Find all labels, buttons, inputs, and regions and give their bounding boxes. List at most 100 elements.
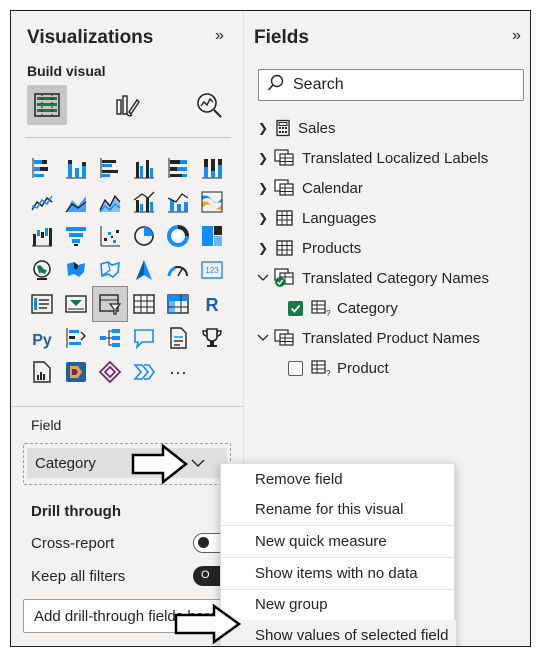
clustered-bar-icon[interactable] [93, 151, 127, 185]
search-input[interactable]: Search [258, 69, 524, 101]
card-icon[interactable]: 123 [195, 253, 229, 287]
search-icon [267, 74, 285, 97]
multi-row-card-icon[interactable] [25, 287, 59, 321]
table-name: Languages [302, 209, 377, 227]
svg-text:?: ? [326, 309, 331, 317]
kpi-icon[interactable] [59, 287, 93, 321]
field-row-category[interactable]: ? Category [288, 295, 398, 321]
collapse-fields-icon[interactable]: » [512, 27, 521, 45]
stacked-column-icon[interactable] [59, 151, 93, 185]
stacked-area-icon[interactable] [93, 185, 127, 219]
matrix-icon[interactable] [161, 287, 195, 321]
qa-icon[interactable] [127, 321, 161, 355]
field-well-label: Field [31, 417, 62, 433]
menu-item-show-items-no-data[interactable]: Show items with no data [221, 558, 456, 588]
map-icon[interactable] [25, 253, 59, 287]
table-row-translated-product-names[interactable]: Translated Product Names [256, 325, 480, 351]
table-row-languages[interactable]: ❯ Languages [256, 205, 376, 231]
table-multi-icon [274, 268, 296, 288]
slicer-icon[interactable] [92, 286, 128, 322]
donut-icon[interactable] [161, 219, 195, 253]
field-name: Category [337, 299, 398, 317]
table-row-translated-localized-labels[interactable]: ❯ Translated Localized Labels [256, 145, 488, 171]
table-multi-icon [274, 329, 296, 347]
100pct-stacked-bar-icon[interactable] [161, 151, 195, 185]
category-checkbox[interactable] [288, 300, 303, 316]
collapse-visualizations-icon[interactable]: » [215, 27, 224, 45]
shape-map-icon[interactable] [93, 253, 127, 287]
100pct-stacked-column-icon[interactable] [195, 151, 229, 185]
visualizations-pane: Visualizations » Build visual 123 R Py ·… [11, 11, 243, 646]
analytics-magnifier-icon[interactable] [189, 85, 229, 125]
treemap-icon[interactable] [195, 219, 229, 253]
paginated-report-icon[interactable] [25, 355, 59, 389]
table-row-calendar[interactable]: ❯ Calendar [256, 175, 363, 201]
format-visual-brush-icon[interactable] [107, 85, 147, 125]
gauge-icon[interactable] [161, 253, 195, 287]
table-icon [274, 239, 296, 257]
chevron-right-icon[interactable]: ❯ [256, 241, 270, 255]
chevron-down-icon[interactable] [256, 271, 270, 285]
svg-text:?: ? [326, 369, 331, 377]
line-clustered-column-icon[interactable] [127, 185, 161, 219]
build-visual-grid-icon[interactable] [27, 85, 67, 125]
python-visual-icon[interactable]: Py [25, 321, 59, 355]
table-row-sales[interactable]: ❯ Sales [256, 115, 336, 141]
more-visuals-icon[interactable] [127, 355, 161, 389]
smart-narrative-icon[interactable] [161, 321, 195, 355]
field-row-product[interactable]: ? Product [288, 355, 389, 381]
chevron-right-icon[interactable]: ❯ [256, 211, 270, 225]
menu-item-rename-for-visual[interactable]: Rename for this visual [221, 494, 456, 524]
chevron-right-icon[interactable]: ❯ [256, 121, 270, 135]
waterfall-icon[interactable] [25, 219, 59, 253]
table-icon[interactable] [127, 287, 161, 321]
field-chevron-down-icon[interactable] [191, 455, 205, 471]
table-name: Sales [298, 119, 336, 137]
chevron-right-icon[interactable]: ❯ [256, 181, 270, 195]
visual-type-gallery: 123 R Py ··· [25, 151, 235, 389]
product-checkbox[interactable] [288, 360, 303, 376]
r-visual-icon[interactable]: R [195, 287, 229, 321]
drill-through-heading: Drill through [31, 503, 121, 520]
field-name: Product [337, 359, 389, 377]
field-pill-label: Category [35, 454, 96, 472]
azure-map-icon[interactable] [127, 253, 161, 287]
table-row-translated-category-names[interactable]: Translated Category Names [256, 265, 489, 291]
table-row-products[interactable]: ❯ Products [256, 235, 361, 261]
pie-icon[interactable] [127, 219, 161, 253]
menu-item-new-group[interactable]: New group [221, 589, 456, 619]
ribbon-chart-icon[interactable] [195, 185, 229, 219]
line-chart-icon[interactable] [25, 185, 59, 219]
stacked-bar-icon[interactable] [25, 151, 59, 185]
hierarchy-field-icon: ? [311, 359, 331, 377]
trophy-icon[interactable] [195, 321, 229, 355]
hierarchy-field-icon: ? [311, 299, 331, 317]
fields-title: Fields [254, 27, 309, 48]
chevron-down-icon[interactable] [256, 331, 270, 345]
menu-item-show-values-selected-field[interactable]: Show values of selected field [221, 620, 456, 646]
svg-text:R: R [206, 295, 219, 315]
area-chart-icon[interactable] [59, 185, 93, 219]
filled-map-icon[interactable] [59, 253, 93, 287]
clustered-column-icon[interactable] [127, 151, 161, 185]
key-influencers-icon[interactable] [59, 321, 93, 355]
table-icon [274, 209, 296, 227]
mode-divider [25, 137, 231, 138]
menu-item-new-quick-measure[interactable]: New quick measure [221, 526, 456, 556]
menu-item-remove-field[interactable]: Remove field [221, 464, 456, 494]
table-multi-icon [274, 179, 296, 197]
funnel-icon[interactable] [59, 219, 93, 253]
svg-text:Py: Py [32, 332, 52, 349]
field-context-menu: Remove field Rename for this visual New … [220, 463, 456, 646]
scatter-icon[interactable] [93, 219, 127, 253]
visualizations-title: Visualizations [27, 27, 154, 48]
line-stacked-column-icon[interactable] [161, 185, 195, 219]
power-apps-icon[interactable] [59, 355, 93, 389]
power-automate-icon[interactable] [93, 355, 127, 389]
build-visual-label: Build visual [27, 63, 106, 79]
keep-all-filters-label: Keep all filters [31, 568, 126, 585]
annotation-arrow-icon [131, 443, 189, 485]
more-options-icon[interactable]: ··· [161, 355, 195, 389]
decomposition-tree-icon[interactable] [93, 321, 127, 355]
chevron-right-icon[interactable]: ❯ [256, 151, 270, 165]
